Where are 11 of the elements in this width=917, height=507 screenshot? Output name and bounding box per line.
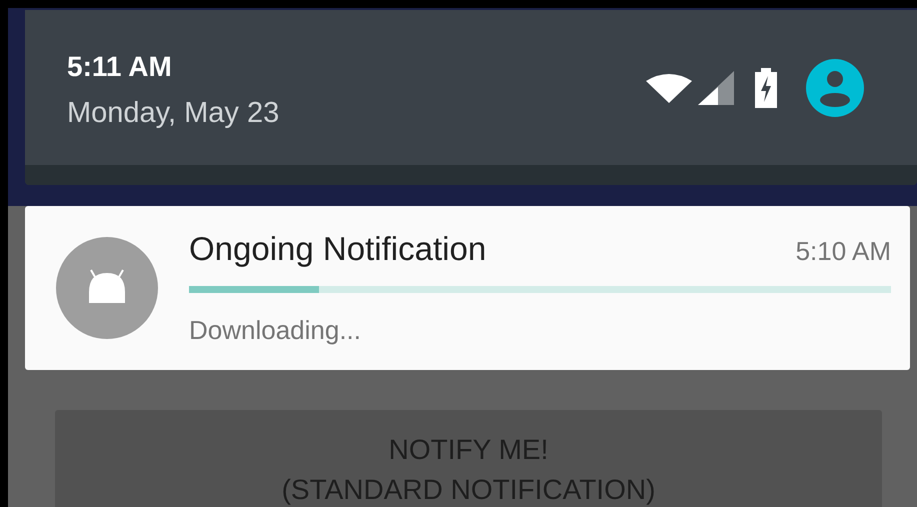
notification-card[interactable]: Ongoing Notification 5:10 AM Downloading...: [25, 206, 910, 370]
signal-icon: [698, 70, 734, 104]
wifi-icon: [646, 72, 692, 102]
avatar-icon[interactable]: [806, 58, 864, 116]
notification-text: Downloading...: [189, 315, 362, 346]
android-app-icon: [56, 237, 158, 339]
battery-charging-icon: [754, 68, 778, 108]
notification-title: Ongoing Notification: [189, 230, 486, 268]
clock-time: 5:11 AM: [67, 51, 173, 83]
notification-time: 5:10 AM: [796, 236, 891, 267]
date-text: Monday, May 23: [67, 97, 280, 130]
